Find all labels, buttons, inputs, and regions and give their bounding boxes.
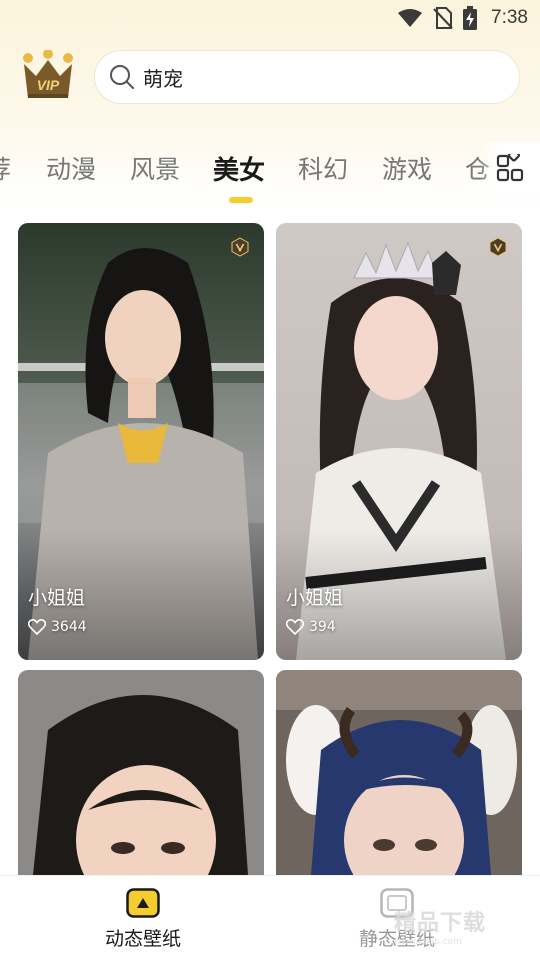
likes-count: 3644 (51, 619, 87, 635)
nav-live-wallpaper[interactable]: 动态壁纸 (8, 876, 278, 960)
card-title: 小姐姐 (286, 587, 344, 609)
grid-icon (496, 154, 524, 182)
status-time: 7:38 (491, 7, 528, 28)
heart-outline-icon (28, 619, 46, 635)
watermark-url: www.jpxjp.com (394, 937, 462, 947)
search-input[interactable]: 萌宠 (94, 50, 520, 104)
battery-charging-icon (463, 6, 478, 30)
live-wallpaper-icon (126, 888, 160, 918)
tab-scifi[interactable]: 科幻 (298, 150, 348, 186)
search-value: 萌宠 (143, 66, 183, 91)
likes-count: 394 (309, 619, 336, 635)
crown-icon: VIP (23, 49, 73, 98)
wallpaper-thumbnail (18, 670, 264, 875)
wallpaper-thumbnail (276, 670, 522, 875)
card-likes[interactable]: 394 (286, 619, 336, 635)
tab-recommend[interactable]: 荐 (0, 150, 11, 186)
wallpaper-card[interactable] (18, 670, 264, 875)
wallpaper-card[interactable] (276, 670, 522, 875)
wallpaper-card[interactable]: 小姐姐 3644 (18, 223, 264, 660)
nav-label: 动态壁纸 (104, 928, 181, 950)
status-bar: 7:38 (0, 0, 540, 36)
more-categories-button[interactable] (480, 142, 540, 194)
search-icon (110, 65, 134, 89)
vip-badge[interactable]: VIP (20, 49, 76, 102)
watermark-text: 精品下载 (394, 911, 487, 936)
active-tab-indicator (229, 197, 253, 203)
card-title: 小姐姐 (28, 587, 86, 609)
card-likes[interactable]: 3644 (28, 619, 87, 635)
category-tabs: 荐 动漫 风景 美女 科幻 游戏 仓 (0, 140, 540, 210)
watermark: 精品下载 www.jpxjp.com (394, 905, 534, 957)
wifi-icon (397, 8, 423, 28)
vip-badge-text: VIP (37, 77, 60, 93)
no-sim-icon (433, 7, 453, 29)
vip-mark-icon (231, 237, 249, 257)
tab-games[interactable]: 游戏 (382, 150, 432, 186)
tab-scenery[interactable]: 风景 (130, 150, 180, 186)
wallpaper-card[interactable]: 小姐姐 394 (276, 223, 522, 660)
tab-anime[interactable]: 动漫 (46, 150, 96, 186)
vip-mark-icon (489, 237, 507, 257)
tab-beauty[interactable]: 美女 (213, 150, 265, 187)
heart-outline-icon (286, 619, 304, 635)
